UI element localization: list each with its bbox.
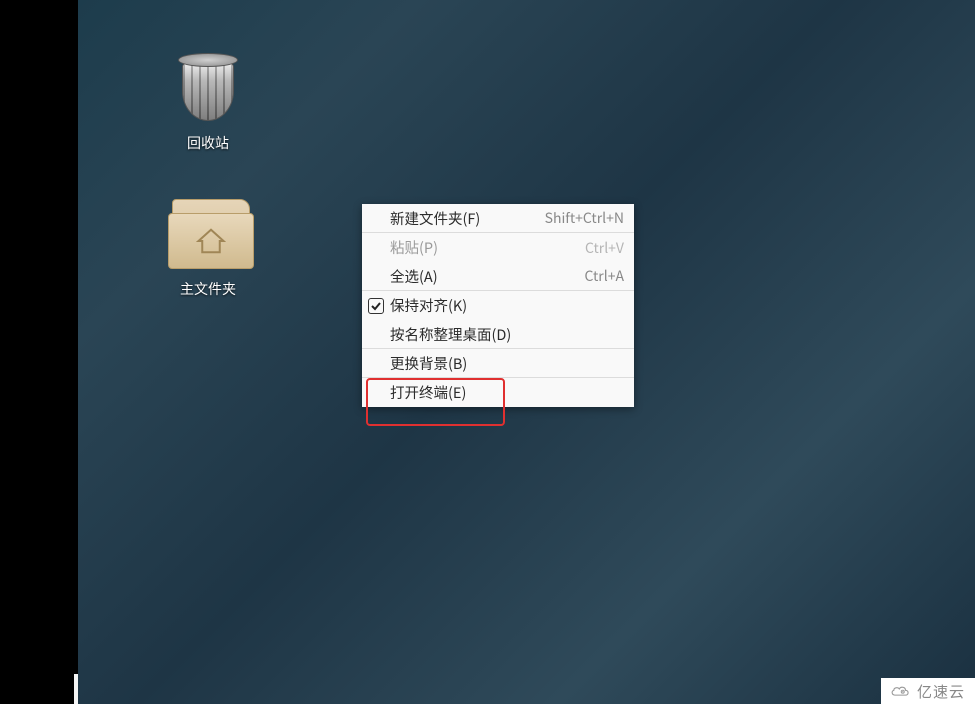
menu-item-label: 按名称整理桌面(D) <box>390 324 624 345</box>
watermark: 亿速云 <box>881 678 975 704</box>
menu-item-organize-by-name[interactable]: 按名称整理桌面(D) <box>362 320 634 349</box>
menu-item-label: 打开终端(E) <box>390 382 624 403</box>
checkbox-checked-icon <box>368 298 384 314</box>
menu-item-label: 更换背景(B) <box>390 353 624 374</box>
left-black-bar <box>0 0 78 704</box>
trash-icon <box>168 48 248 128</box>
menu-item-label: 全选(A) <box>390 266 585 287</box>
menu-item-new-folder[interactable]: 新建文件夹(F) Shift+Ctrl+N <box>362 204 634 233</box>
menu-item-paste: 粘贴(P) Ctrl+V <box>362 233 634 262</box>
menu-item-shortcut: Ctrl+A <box>585 266 624 286</box>
desktop-icon-home[interactable]: 主文件夹 <box>148 194 268 300</box>
desktop-icon-label: 主文件夹 <box>148 280 268 300</box>
desktop-context-menu: 新建文件夹(F) Shift+Ctrl+N 粘贴(P) Ctrl+V 全选(A)… <box>362 204 634 407</box>
desktop-icon-label: 回收站 <box>148 134 268 154</box>
menu-item-shortcut: Ctrl+V <box>585 238 624 258</box>
menu-item-label: 新建文件夹(F) <box>390 208 545 229</box>
menu-item-keep-aligned[interactable]: 保持对齐(K) <box>362 291 634 320</box>
desktop[interactable]: 回收站 主文件夹 新建文件夹(F) Shift+Ctrl+N 粘贴(P) Ctr… <box>0 0 975 704</box>
desktop-icon-trash[interactable]: 回收站 <box>148 48 268 154</box>
menu-item-label: 保持对齐(K) <box>390 295 624 316</box>
menu-item-open-terminal[interactable]: 打开终端(E) <box>362 378 634 407</box>
menu-item-select-all[interactable]: 全选(A) Ctrl+A <box>362 262 634 291</box>
watermark-text: 亿速云 <box>917 681 965 702</box>
menu-item-change-background[interactable]: 更换背景(B) <box>362 349 634 378</box>
folder-home-icon <box>168 194 248 274</box>
menu-item-shortcut: Shift+Ctrl+N <box>545 208 624 228</box>
menu-item-label: 粘贴(P) <box>390 237 585 258</box>
cloud-icon <box>889 683 911 699</box>
